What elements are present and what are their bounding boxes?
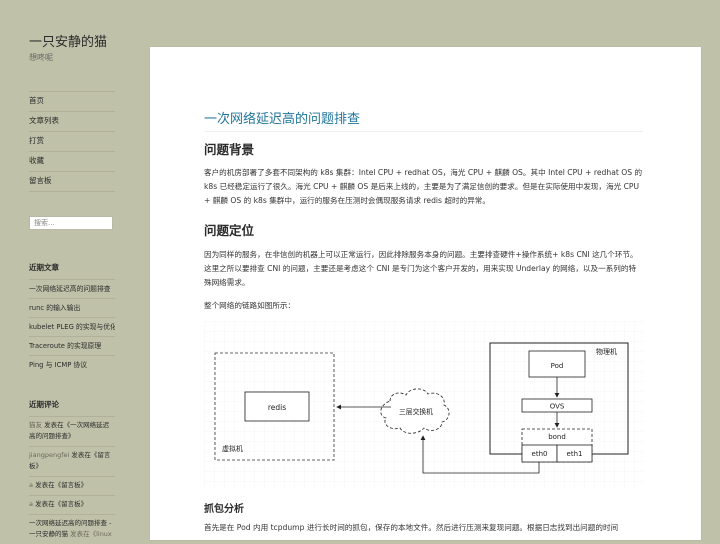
comment-text[interactable]: 发表在《linux	[70, 530, 112, 538]
ovs-label: OVS	[550, 403, 565, 411]
menu-item-article-list[interactable]: 文章列表	[29, 111, 115, 131]
pod-label: Pod	[551, 362, 564, 370]
recent-comments-list: 猫友 发表在《一次网络延迟高的问题排查》 jiangpengfei 发表在《留言…	[29, 416, 115, 544]
recent-post-link[interactable]: Ping 与 ICMP 协议	[29, 355, 115, 374]
paragraph-capture: 首先是在 Pod 内用 tcpdump 进行长时间的抓包，保存的本地文件。然后进…	[204, 523, 619, 532]
host-label: 物理机	[596, 347, 617, 356]
menu-item-guestbook[interactable]: 留言板	[29, 171, 115, 192]
comment-text[interactable]: 发表在《留言板》	[35, 500, 87, 508]
menu-item-home[interactable]: 首页	[29, 91, 115, 111]
bond-label: bond	[548, 433, 566, 441]
comment-author[interactable]: a	[29, 481, 33, 489]
sidebar: 一只安静的猫 想咚呢 首页 文章列表 打赏 收藏 留言板 搜索... 近期文章 …	[0, 0, 150, 540]
redis-label: redis	[268, 403, 286, 412]
network-diagram: 虚拟机 redis 三层交换机 物理机 Pod OVS bond eth0 et…	[204, 321, 643, 489]
title-divider	[204, 131, 643, 132]
comment-author[interactable]: 猫友	[29, 421, 42, 429]
recent-posts-title: 近期文章	[29, 263, 59, 272]
main-menu: 首页 文章列表 打赏 收藏 留言板	[29, 91, 115, 192]
comment-text[interactable]: 发表在《留言板》	[35, 481, 87, 489]
switch-label: 三层交换机	[399, 407, 433, 416]
recent-post-link[interactable]: runc 的输入输出	[29, 298, 115, 317]
recent-posts-list: 一次网络延迟高的问题排查 runc 的输入输出 kubelet PLEG 的实现…	[29, 279, 115, 374]
main-content: 一次网络延迟高的问题排查 问题背景 客户的机房部署了多套不同架构的 k8s 集群…	[150, 47, 701, 540]
heading-locate: 问题定位	[204, 223, 255, 238]
comment-item: a 发表在《留言板》	[29, 476, 115, 495]
article-title[interactable]: 一次网络延迟高的问题排查	[204, 108, 360, 127]
comment-item: jiangpengfei 发表在《留言板》	[29, 446, 115, 476]
comment-item: a 发表在《留言板》	[29, 495, 115, 514]
site-title[interactable]: 一只安静的猫	[29, 31, 107, 50]
paragraph-chain: 整个网络的链路如图所示：	[204, 301, 296, 310]
menu-item-donate[interactable]: 打赏	[29, 131, 115, 151]
recent-comments-title: 近期评论	[29, 400, 59, 409]
search-input[interactable]: 搜索...	[29, 216, 113, 230]
comment-item: 猫友 发表在《一次网络延迟高的问题排查》	[29, 416, 115, 446]
vm-label: 虚拟机	[222, 444, 243, 453]
heading-capture: 抓包分析	[204, 504, 244, 515]
recent-post-link[interactable]: Traceroute 的实现原理	[29, 336, 115, 355]
recent-post-link[interactable]: kubelet PLEG 的实现与优化	[29, 317, 115, 336]
paragraph-background: 客户的机房部署了多套不同架构的 k8s 集群：Intel CPU + redha…	[204, 168, 643, 205]
paragraph-locate: 因为同样的服务，在非信创的机器上可以正常运行，因此排除服务本身的问题。主要排查硬…	[204, 250, 638, 287]
eth0-label: eth0	[532, 450, 548, 458]
heading-background: 问题背景	[204, 142, 255, 157]
recent-post-link[interactable]: 一次网络延迟高的问题排查	[29, 279, 115, 298]
network-diagram-svg: 虚拟机 redis 三层交换机 物理机 Pod OVS bond eth0 et…	[204, 321, 643, 489]
site-description: 想咚呢	[29, 53, 53, 62]
comment-author[interactable]: a	[29, 500, 33, 508]
eth1-label: eth1	[567, 450, 583, 458]
comment-author[interactable]: jiangpengfei	[29, 451, 69, 459]
menu-item-favorites[interactable]: 收藏	[29, 151, 115, 171]
